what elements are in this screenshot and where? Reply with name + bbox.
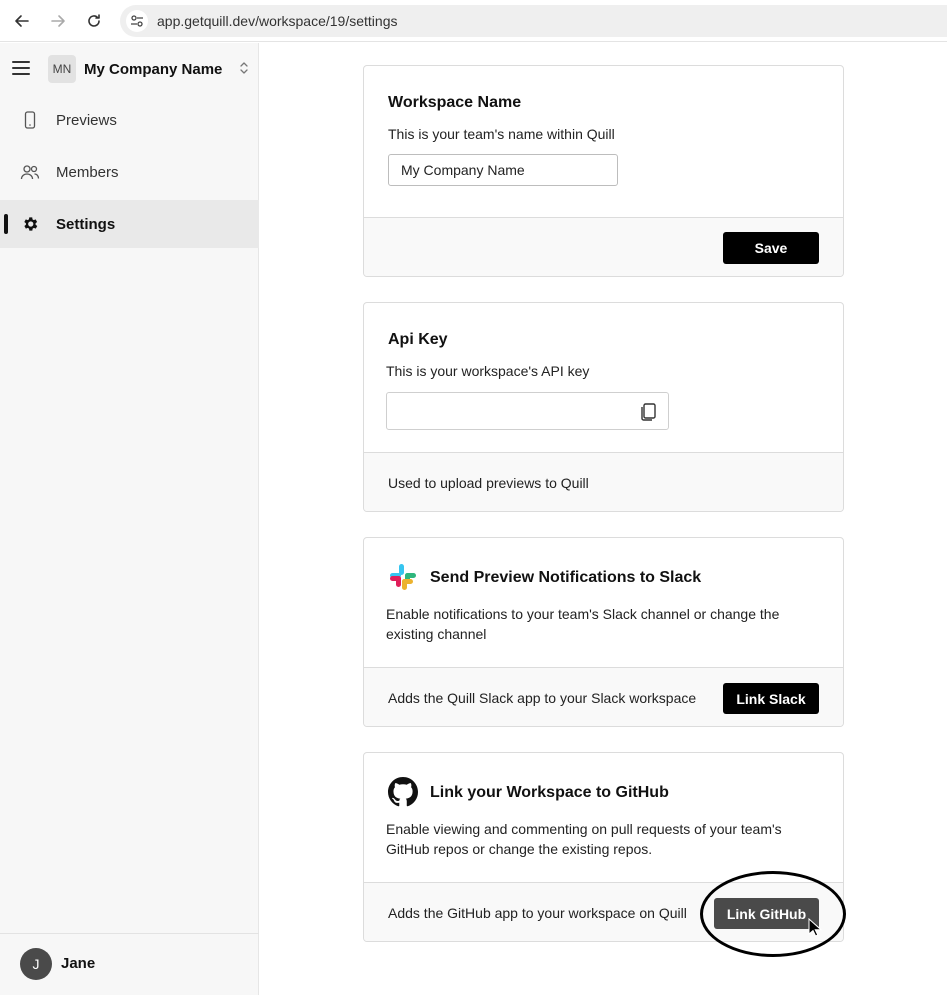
api-key-card: Api Key This is your workspace's API key… — [363, 302, 844, 512]
link-slack-button[interactable]: Link Slack — [723, 683, 819, 714]
users-icon — [20, 162, 40, 182]
highlight-circle — [700, 871, 846, 957]
workspace-name-input[interactable]: My Company Name — [388, 154, 618, 186]
browser-toolbar: app.getquill.dev/workspace/19/settings — [0, 0, 947, 42]
api-key-footer-text: Used to upload previews to Quill — [388, 475, 589, 491]
url-text: app.getquill.dev/workspace/19/settings — [157, 13, 398, 29]
site-settings-icon[interactable] — [126, 10, 148, 32]
active-indicator — [4, 214, 8, 234]
arrow-right-icon — [51, 15, 65, 27]
user-name: Jane — [61, 955, 96, 972]
gear-icon — [20, 214, 40, 234]
address-bar[interactable]: app.getquill.dev/workspace/19/settings — [120, 5, 947, 37]
card-title: Api Key — [388, 331, 448, 348]
slack-icon — [390, 564, 416, 590]
card-title: Send Preview Notifications to Slack — [430, 569, 702, 586]
card-title: Link your Workspace to GitHub — [430, 784, 669, 801]
sidebar-item-members[interactable]: Members — [0, 148, 259, 196]
api-key-field[interactable] — [386, 392, 669, 430]
sidebar-item-previews[interactable]: Previews — [0, 96, 259, 144]
phone-icon — [20, 110, 40, 130]
save-button[interactable]: Save — [723, 232, 819, 264]
user-menu[interactable]: J Jane — [0, 933, 259, 995]
sidebar-item-label: Members — [56, 163, 119, 181]
menu-icon[interactable] — [12, 61, 30, 75]
sidebar: MN My Company Name Previews Members Sett… — [0, 43, 259, 995]
reload-button[interactable] — [84, 11, 104, 31]
sidebar-item-label: Previews — [56, 111, 117, 129]
workspace-name-card: Workspace Name This is your team's name … — [363, 65, 844, 277]
arrow-left-icon — [15, 15, 29, 27]
github-icon — [388, 777, 418, 807]
card-description: Enable notifications to your team's Slac… — [386, 606, 780, 642]
slack-footer-text: Adds the Quill Slack app to your Slack w… — [388, 690, 697, 706]
workspace-switcher[interactable]: My Company Name — [84, 61, 222, 78]
sidebar-item-label: Settings — [56, 215, 116, 233]
back-button[interactable] — [12, 11, 32, 31]
copy-icon[interactable] — [638, 402, 658, 422]
github-footer-text: Adds the GitHub app to your workspace on… — [388, 905, 687, 921]
reload-icon — [88, 14, 100, 27]
card-title: Workspace Name — [388, 94, 522, 111]
avatar: J — [20, 948, 52, 980]
card-description: Enable viewing and commenting on pull re… — [386, 821, 782, 857]
card-description: This is your workspace's API key — [386, 363, 590, 379]
workspace-avatar: MN — [48, 55, 76, 83]
forward-button[interactable] — [48, 11, 68, 31]
mouse-cursor-icon — [808, 918, 822, 937]
sidebar-item-settings[interactable]: Settings — [0, 200, 259, 248]
chevron-up-down-icon[interactable] — [238, 60, 250, 76]
slack-card: Send Preview Notifications to Slack Enab… — [363, 537, 844, 727]
card-description: This is your team's name within Quill — [388, 126, 615, 142]
